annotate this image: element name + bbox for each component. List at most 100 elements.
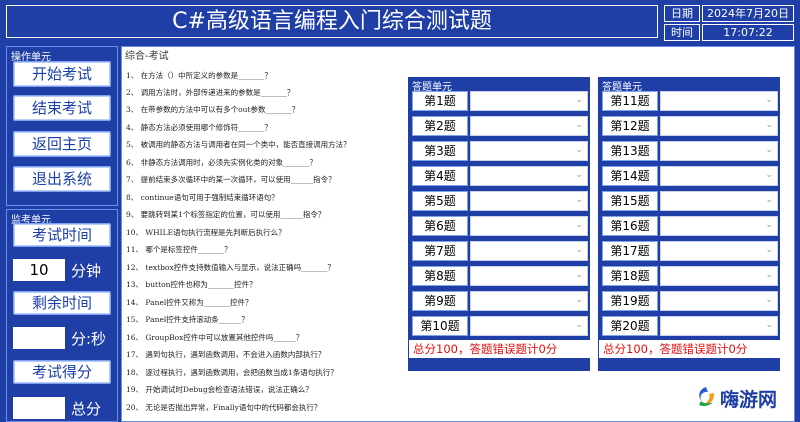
question-item: 7、 提前结束多次循环中的某一次循环，可以使用______指令？ <box>126 175 336 184</box>
answer-dropdown[interactable]: ⌄ <box>470 141 588 161</box>
answer-label: 第9题 <box>412 291 468 311</box>
answer-row: 第17题 ⌄ <box>602 241 778 261</box>
chevron-down-icon: ⌄ <box>575 195 583 205</box>
answer-label: 第6题 <box>412 216 468 236</box>
chevron-down-icon: ⌄ <box>765 95 773 105</box>
exam-score-button[interactable]: 考试得分 <box>13 360 111 384</box>
answer-label: 第20题 <box>602 316 658 336</box>
answer-label: 第19题 <box>602 291 658 311</box>
answer-row: 第7题 ⌄ <box>412 241 588 261</box>
exam-score-unit: 总分 <box>71 400 102 418</box>
time-label: 时间 <box>664 24 700 41</box>
answer-label: 第11题 <box>602 91 658 111</box>
answer-row: 第12题 ⌄ <box>602 116 778 136</box>
question-item: 16、 GroupBox控件中可以放置其他控件吗______？ <box>126 333 304 342</box>
question-item: 11、 哪个是标签控件_______？ <box>126 245 232 254</box>
answer-dropdown[interactable]: ⌄ <box>470 116 588 136</box>
exit-system-button[interactable]: 退出系统 <box>13 166 111 192</box>
answer-row: 第20题 ⌄ <box>602 316 778 336</box>
answer-dropdown[interactable]: ⌄ <box>660 91 778 111</box>
answer-dropdown[interactable]: ⌄ <box>470 266 588 286</box>
answer-dropdown[interactable]: ⌄ <box>660 141 778 161</box>
answer-dropdown[interactable]: ⌄ <box>660 216 778 236</box>
question-item: 4、 静态方法必须使用哪个修饰符_______？ <box>126 123 272 132</box>
question-item: 5、 被调用的静态方法与调用者在同一个类中，能否直接调用方法？ <box>126 140 351 149</box>
remaining-time-field[interactable] <box>13 327 65 349</box>
answer-row: 第6题 ⌄ <box>412 216 588 236</box>
question-item: 1、 在方法（）中所定义的参数是_______？ <box>126 71 272 80</box>
logo-swirl-icon <box>699 387 715 406</box>
question-item: 19、 开始调试时Debug会检查语法错误，说法正确么？ <box>126 385 313 394</box>
question-item: 3、 在带参数的方法中可以有多个out参数_______？ <box>126 105 300 114</box>
start-exam-button[interactable]: 开始考试 <box>13 61 111 87</box>
exam-time-field[interactable]: 10 <box>13 259 65 281</box>
chevron-down-icon: ⌄ <box>765 195 773 205</box>
answer-label: 第12题 <box>602 116 658 136</box>
answer-row: 第14题 ⌄ <box>602 166 778 186</box>
answer-row: 第19题 ⌄ <box>602 291 778 311</box>
answer-label: 第5题 <box>412 191 468 211</box>
answer-dropdown[interactable]: ⌄ <box>660 166 778 186</box>
exam-main-panel: 综合-考试 1、 在方法（）中所定义的参数是_______？ 2、 调用方法时，… <box>121 46 795 422</box>
logo-text: 嗨游网 <box>720 389 778 411</box>
answer-dropdown[interactable]: ⌄ <box>660 316 778 336</box>
app-title: C#高级语言编程入门综合测试题 <box>6 5 658 38</box>
answer-panel-left: 答题单元 第1题 ⌄ 第2题 ⌄ 第3题 ⌄ 第4题 ⌄ 第5题 ⌄ 第6题 ⌄ 第7题 ⌄ … <box>408 77 591 371</box>
answer-label: 第17题 <box>602 241 658 261</box>
answer-dropdown[interactable]: ⌄ <box>470 191 588 211</box>
date-value: 2024年7月20日 <box>702 5 794 22</box>
exam-main-title: 综合-考试 <box>125 51 169 62</box>
monitor-group: 监考单元 考试时间 10 分钟 剩余时间 分:秒 考试得分 总分 <box>6 209 118 422</box>
answer-row: 第1题 ⌄ <box>412 91 588 111</box>
answer-row: 第11题 ⌄ <box>602 91 778 111</box>
answer-panel-right: 答题单元 第11题 ⌄ 第12题 ⌄ 第13题 ⌄ 第14题 ⌄ 第15题 ⌄ 第16题 ⌄… <box>598 77 781 371</box>
chevron-down-icon: ⌄ <box>765 245 773 255</box>
chevron-down-icon: ⌄ <box>765 120 773 130</box>
answer-dropdown[interactable]: ⌄ <box>470 166 588 186</box>
answer-dropdown[interactable]: ⌄ <box>660 241 778 261</box>
question-item: 10、 WHILE语句执行流程是先判断后执行么？ <box>126 228 286 237</box>
question-item: 6、 非静态方法调用时，必须先实例化类的对象_______？ <box>126 158 317 167</box>
chevron-down-icon: ⌄ <box>575 95 583 105</box>
question-item: 15、 Panel控件支持滚动条______？ <box>126 315 249 324</box>
answer-dropdown[interactable]: ⌄ <box>470 91 588 111</box>
watermark-logo: 嗨游网 <box>694 385 794 411</box>
answer-label: 第13题 <box>602 141 658 161</box>
remaining-time-unit: 分:秒 <box>71 330 107 348</box>
chevron-down-icon: ⌄ <box>765 170 773 180</box>
answer-dropdown[interactable]: ⌄ <box>660 266 778 286</box>
answer-dropdown[interactable]: ⌄ <box>660 191 778 211</box>
remaining-time-button[interactable]: 剩余时间 <box>13 291 111 315</box>
return-home-button[interactable]: 返回主页 <box>13 131 111 157</box>
end-exam-button[interactable]: 结束考试 <box>13 95 111 121</box>
answer-label: 第15题 <box>602 191 658 211</box>
answer-dropdown[interactable]: ⌄ <box>470 241 588 261</box>
question-item: 9、 要跳转到某1个标签指定的位置，可以使用______指令？ <box>126 210 326 219</box>
answer-dropdown[interactable]: ⌄ <box>470 216 588 236</box>
chevron-down-icon: ⌄ <box>765 295 773 305</box>
question-item: 17、 遇到句执行，遇到函数调用，不会进入函数内部执行？ <box>126 350 326 359</box>
answer-label: 第10题 <box>412 316 468 336</box>
exam-time-unit: 分钟 <box>71 262 102 280</box>
chevron-down-icon: ⌄ <box>765 320 773 330</box>
answer-dropdown[interactable]: ⌄ <box>660 291 778 311</box>
score-note-left: 总分100，答题错误题计0分 <box>409 340 591 358</box>
answer-row: 第8题 ⌄ <box>412 266 588 286</box>
question-item: 12、 textbox控件支持数值输入与显示，说法正确吗_______？ <box>126 263 335 272</box>
question-item: 18、 逐过程执行，遇到函数调用，会把函数当成1条语句执行？ <box>126 368 338 377</box>
answer-dropdown[interactable]: ⌄ <box>470 291 588 311</box>
exam-score-field[interactable] <box>13 397 65 419</box>
answer-row: 第9题 ⌄ <box>412 291 588 311</box>
answer-row: 第15题 ⌄ <box>602 191 778 211</box>
answer-dropdown[interactable]: ⌄ <box>660 116 778 136</box>
answer-label: 第14题 <box>602 166 658 186</box>
answer-label: 第8题 <box>412 266 468 286</box>
answer-label: 第2题 <box>412 116 468 136</box>
answer-label: 第3题 <box>412 141 468 161</box>
answer-row: 第5题 ⌄ <box>412 191 588 211</box>
chevron-down-icon: ⌄ <box>765 145 773 155</box>
date-label: 日期 <box>664 5 700 22</box>
answer-row: 第13题 ⌄ <box>602 141 778 161</box>
exam-time-button[interactable]: 考试时间 <box>13 223 111 247</box>
answer-dropdown[interactable]: ⌄ <box>470 316 588 336</box>
